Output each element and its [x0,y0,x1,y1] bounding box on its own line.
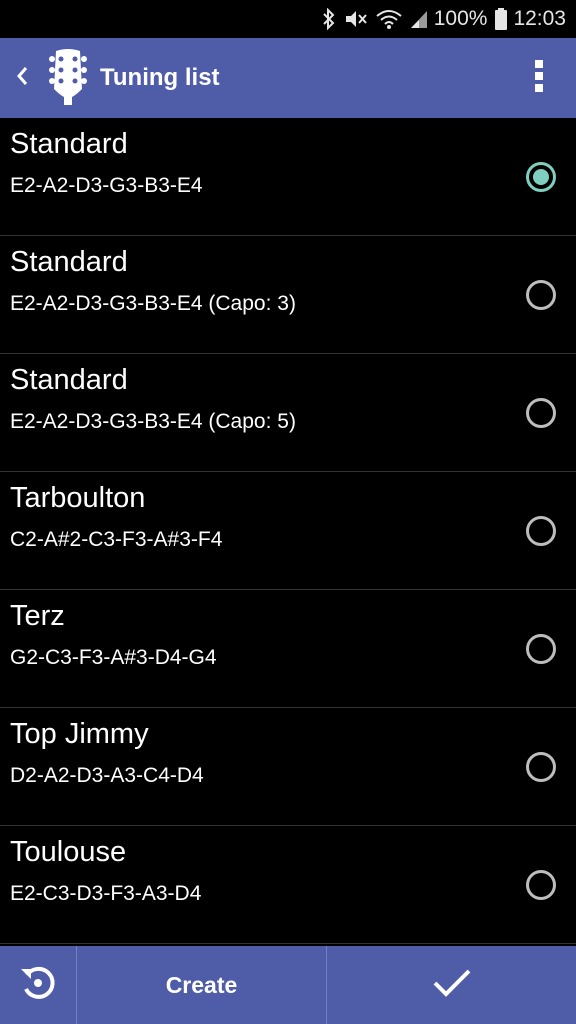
tuning-notes: E2-C3-D3-F3-A3-D4 [10,882,202,905]
back-button[interactable] [2,38,42,118]
tuning-notes: G2-C3-F3-A#3-D4-G4 [10,646,217,669]
tuning-name: Terz [10,600,65,632]
tuning-name: Standard [10,128,128,160]
tuning-name: Tarboulton [10,482,146,514]
list-item[interactable]: Standard E2-A2-D3-G3-B3-E4 [0,118,576,236]
tuning-notes: C2-A#2-C3-F3-A#3-F4 [10,528,223,551]
radio-button[interactable] [526,398,556,428]
guitar-headstock-icon [46,48,90,108]
tuning-name: Standard [10,246,128,278]
create-button[interactable]: Create [77,946,327,1024]
tuning-name: Toulouse [10,836,127,868]
list-item[interactable]: Terz G2-C3-F3-A#3-D4-G4 [0,590,576,708]
tuning-notes: E2-A2-D3-G3-B3-E4 [10,174,203,197]
page-title: Tuning list [100,64,220,91]
reset-button[interactable] [0,946,77,1024]
radio-dot [533,169,549,185]
overflow-menu-button[interactable] [524,38,554,118]
tuning-notes: D2-A2-D3-A3-C4-D4 [10,764,204,787]
more-vertical-icon [533,59,545,98]
list-item[interactable]: Standard E2-A2-D3-G3-B3-E4 (Capo: 3) [0,236,576,354]
battery-percent: 100% [433,7,488,30]
list-item[interactable]: Toulouse E2-C3-D3-F3-A3-D4 [0,826,576,944]
tuning-name: Top Jimmy [10,718,149,750]
clock: 12:03 [513,7,566,30]
list-item[interactable]: Standard E2-A2-D3-G3-B3-E4 (Capo: 5) [0,354,576,472]
bottom-action-bar: Create [0,946,576,1024]
confirm-button[interactable] [327,946,576,1024]
radio-button[interactable] [526,870,556,900]
radio-button[interactable] [526,280,556,310]
radio-button[interactable] [526,634,556,664]
radio-button[interactable] [526,516,556,546]
app-bar: Tuning list [0,38,576,118]
checkmark-icon [431,966,473,1005]
radio-button-selected[interactable] [526,162,556,192]
tuning-notes: E2-A2-D3-G3-B3-E4 (Capo: 5) [10,410,296,433]
tuning-notes: E2-A2-D3-G3-B3-E4 (Capo: 3) [10,292,296,315]
chevron-left-icon [15,65,29,92]
battery-icon [495,8,508,30]
list-item[interactable]: Top Jimmy D2-A2-D3-A3-C4-D4 [0,708,576,826]
mute-icon [344,8,368,30]
wifi-icon [376,8,402,30]
signal-icon [410,9,428,29]
tuning-name: Standard [10,364,128,396]
list-item[interactable]: Tarboulton C2-A#2-C3-F3-A#3-F4 [0,472,576,590]
radio-button[interactable] [526,752,556,782]
tuning-list: Standard E2-A2-D3-G3-B3-E4 Standard E2-A… [0,118,576,946]
status-bar: 100% 12:03 [0,0,576,38]
reset-icon [18,963,58,1008]
bluetooth-icon [322,8,336,30]
